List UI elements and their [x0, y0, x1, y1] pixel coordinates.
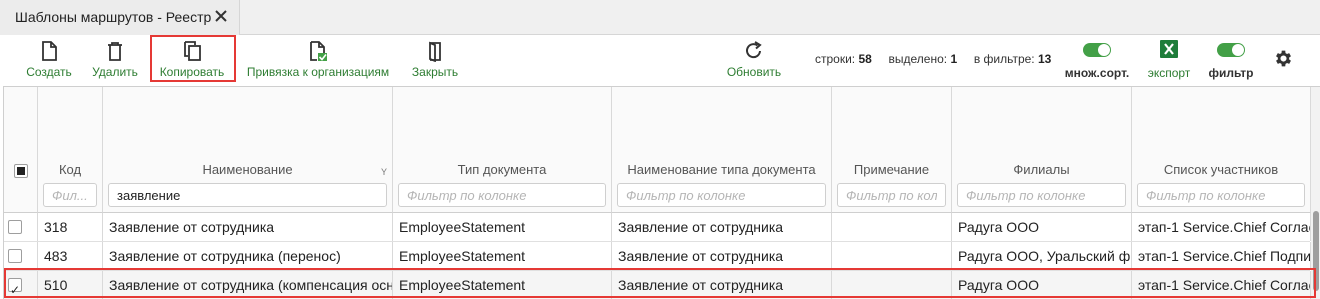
filter-input-participants[interactable] [1137, 183, 1305, 207]
filtered-label: в фильтре: [973, 52, 1035, 66]
filter-input-note[interactable] [837, 183, 946, 207]
delete-label: Удалить [92, 65, 138, 79]
tab-bar: Шаблоны маршрутов - Реестр [0, 0, 1320, 35]
close-label: Закрыть [411, 65, 459, 79]
column-title: Филиалы [1013, 162, 1070, 177]
refresh-button[interactable]: Обновить [722, 36, 786, 86]
export-label: экспорт [1147, 66, 1191, 80]
column-title: Тип документа [457, 162, 547, 177]
toggle-switch[interactable] [1217, 43, 1245, 57]
cell-code: 318 [38, 213, 103, 241]
cell-doc-type: EmployeeStatement [393, 213, 612, 241]
column-header-doc-type[interactable]: Тип документа [393, 87, 612, 213]
toggle-switch[interactable] [1083, 43, 1111, 57]
close-icon[interactable] [213, 8, 229, 24]
data-grid: Код Наименование Y Тип документа Наимено… [3, 86, 1320, 299]
filter-active-icon: Y [381, 167, 388, 177]
filter-input-doc-type[interactable] [398, 183, 606, 207]
trash-icon [108, 42, 122, 61]
column-title: Примечание [853, 162, 930, 177]
column-header-doc-type-name[interactable]: Наименование типа документа [612, 87, 832, 213]
row-select-cell [4, 271, 38, 299]
tab-route-templates[interactable]: Шаблоны маршрутов - Реестр [0, 0, 240, 35]
scrollbar-thumb[interactable] [1313, 211, 1319, 291]
rows-count: 58 [858, 52, 872, 66]
row-checkbox[interactable] [8, 249, 22, 263]
cell-branches: Радуга ООО, Уральский фи [952, 242, 1132, 270]
cell-branches: Радуга ООО [952, 213, 1132, 241]
cell-doc-type-name: Заявление от сотрудника [612, 213, 832, 241]
exit-door-icon [429, 41, 441, 62]
column-header-note[interactable]: Примечание [832, 87, 952, 213]
rows-label: строки: [815, 52, 856, 66]
cell-doc-type: EmployeeStatement [393, 242, 612, 270]
multisort-label: множ.сорт. [1064, 66, 1130, 80]
cell-name: Заявление от сотрудника [103, 213, 393, 241]
cell-note [832, 271, 952, 299]
cell-doc-type-name: Заявление от сотрудника [612, 242, 832, 270]
filter-input-doc-type-name[interactable] [617, 183, 826, 207]
row-checkbox[interactable] [8, 220, 22, 234]
column-title: Код [58, 162, 82, 177]
filter-input-name[interactable] [108, 183, 387, 207]
filter-input-branches[interactable] [957, 183, 1126, 207]
cell-doc-type: EmployeeStatement [393, 271, 612, 299]
document-check-icon [310, 41, 327, 61]
delete-button[interactable]: Удалить [86, 36, 144, 86]
header-select-cell [4, 87, 38, 213]
table-row[interactable]: 318 Заявление от сотрудника EmployeeStat… [4, 213, 1311, 242]
cell-participants: этап-1 Service.Chief Подпи [1132, 242, 1311, 270]
cell-code: 483 [38, 242, 103, 270]
gear-icon[interactable] [1273, 48, 1294, 69]
row-select-cell [4, 242, 38, 270]
refresh-icon [746, 41, 762, 59]
cell-name: Заявление от сотрудника (перенос) [103, 242, 393, 270]
create-button[interactable]: Создать [20, 36, 78, 86]
filter-toggle[interactable]: фильтр [1205, 40, 1257, 82]
link-organizations-button[interactable]: Привязка к организациям [242, 36, 394, 86]
table-row-selected[interactable]: 510 Заявление от сотрудника (компенсация… [4, 271, 1311, 299]
column-header-participants[interactable]: Список участников [1132, 87, 1311, 213]
selected-label: выделено: [888, 52, 948, 66]
cell-note [832, 242, 952, 270]
tab-title: Шаблоны маршрутов - Реестр [15, 9, 212, 25]
column-title: Список участников [1163, 162, 1279, 177]
table-row[interactable]: 483 Заявление от сотрудника (перенос) Em… [4, 242, 1311, 271]
row-checkbox-checked[interactable] [8, 276, 22, 299]
column-header-code[interactable]: Код [38, 87, 103, 213]
filter-label: фильтр [1208, 66, 1254, 80]
selected-count: 1 [950, 52, 958, 66]
vertical-scrollbar[interactable] [1311, 87, 1320, 299]
multisort-toggle[interactable]: множ.сорт. [1064, 40, 1130, 82]
column-title: Наименование типа документа [627, 162, 816, 177]
cell-participants: этап-1 Service.Chief Согласо [1132, 271, 1311, 299]
link-organizations-label: Привязка к организациям [246, 65, 390, 79]
cell-doc-type-name: Заявление от сотрудника [612, 271, 832, 299]
cell-note [832, 213, 952, 241]
cell-code: 510 [38, 271, 103, 299]
cell-participants: этап-1 Service.Chief Согласо [1132, 213, 1311, 241]
column-header-branches[interactable]: Филиалы [952, 87, 1132, 213]
cell-name: Заявление от сотрудника (компенсация осн [103, 271, 393, 299]
cell-branches: Радуга ООО [952, 271, 1132, 299]
new-document-icon [42, 41, 57, 61]
export-button[interactable]: экспорт [1143, 40, 1195, 82]
row-stats: строки: 58 выделено: 1 в фильтре: 13 [815, 52, 1051, 66]
column-title: Наименование [202, 162, 293, 177]
excel-icon [1160, 40, 1178, 58]
select-all-checkbox[interactable] [14, 164, 28, 178]
filter-input-code[interactable] [43, 183, 97, 207]
copy-button-highlight [150, 35, 236, 82]
create-label: Создать [26, 65, 72, 79]
row-select-cell [4, 213, 38, 241]
column-header-name[interactable]: Наименование Y [103, 87, 393, 213]
refresh-label: Обновить [726, 65, 782, 79]
close-button[interactable]: Закрыть [405, 36, 465, 86]
filtered-count: 13 [1037, 52, 1052, 66]
